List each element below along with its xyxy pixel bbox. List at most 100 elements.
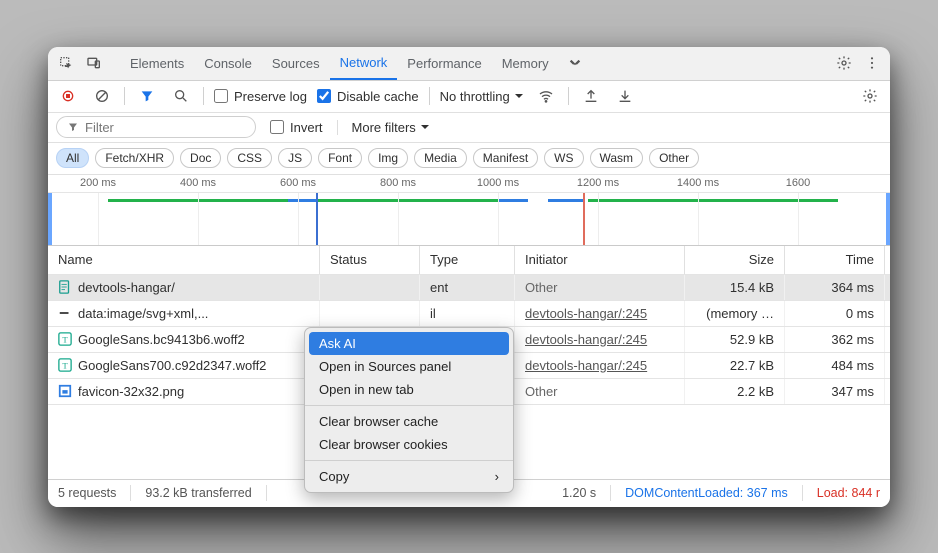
preserve-log-checkbox[interactable]: Preserve log [214,89,307,104]
status-transferred: 93.2 kB transferred [145,486,251,500]
timeline-tick: 1400 ms [677,177,719,189]
timeline-tick: 1200 ms [577,177,619,189]
cell-initiator[interactable]: devtools-hangar/:245 [515,327,685,352]
timeline-tick: 800 ms [380,177,416,189]
table-row[interactable]: data:image/svg+xml,...ildevtools-hangar/… [48,301,890,327]
col-name[interactable]: Name [48,246,320,274]
svg-text:T: T [62,361,68,371]
cell-time: 364 ms [785,275,885,300]
col-size[interactable]: Size [685,246,785,274]
more-filters-select[interactable]: More filters [337,120,430,135]
cell-initiator[interactable]: devtools-hangar/:245 [515,353,685,378]
preserve-log-label: Preserve log [234,89,307,104]
throttling-select[interactable]: No throttling [440,89,524,104]
cell-size: (memory … [685,301,785,326]
ctx-open-in-new-tab[interactable]: Open in new tab [305,378,513,401]
cell-size: 52.9 kB [685,327,785,352]
cell-name: data:image/svg+xml,... [48,301,320,326]
ctx-clear-browser-cookies[interactable]: Clear browser cookies [305,433,513,456]
cell-time: 0 ms [785,301,885,326]
cell-initiator[interactable]: devtools-hangar/:245 [515,301,685,326]
col-initiator[interactable]: Initiator [515,246,685,274]
filter-funnel-icon[interactable] [135,84,159,108]
disable-cache-label: Disable cache [337,89,419,104]
timeline-overview[interactable]: 200 ms 400 ms 600 ms 800 ms 1000 ms 1200 ms 14… [48,175,890,245]
type-filter-wasm[interactable]: Wasm [590,148,644,168]
timeline-tick: 400 ms [180,177,216,189]
cell-name: TGoogleSans.bc9413b6.woff2 [48,327,320,352]
invert-label: Invert [290,120,323,135]
type-filter-font[interactable]: Font [318,148,362,168]
chevron-right-icon: › [495,469,499,484]
more-filters-label: More filters [352,120,416,135]
tab-console[interactable]: Console [194,47,262,81]
kebab-menu-icon[interactable] [860,51,884,75]
table-head: Name Status Type Initiator Size Time [48,245,890,275]
timeline-tick: 600 ms [280,177,316,189]
type-filter-img[interactable]: Img [368,148,408,168]
cell-size: 2.2 kB [685,379,785,404]
cell-initiator[interactable]: Other [515,275,685,300]
upload-har-icon[interactable] [579,84,603,108]
type-filter-fetchxhr[interactable]: Fetch/XHR [95,148,174,168]
filter-placeholder: Filter [85,120,114,135]
inspect-icon[interactable] [54,51,78,75]
cell-time: 347 ms [785,379,885,404]
tab-elements[interactable]: Elements [120,47,194,81]
more-tabs-icon[interactable] [563,51,587,75]
cell-initiator[interactable]: Other [515,379,685,404]
cell-status [320,301,420,326]
ctx-clear-browser-cache[interactable]: Clear browser cache [305,410,513,433]
type-filter-all[interactable]: All [56,148,89,168]
status-load: Load: 844 r [817,486,880,500]
cell-time: 484 ms [785,353,885,378]
timeline-tick: 1600 [786,177,810,189]
panel-settings-gear-icon[interactable] [858,84,882,108]
cell-name: devtools-hangar/ [48,275,320,300]
tab-sources[interactable]: Sources [262,47,330,81]
col-type[interactable]: Type [420,246,515,274]
tab-network[interactable]: Network [330,47,398,81]
main-tabstrip: ElementsConsoleSourcesNetworkPerformance… [48,47,890,81]
ctx-ask-ai[interactable]: Ask AI [309,332,509,355]
network-conditions-icon[interactable] [534,84,558,108]
col-status[interactable]: Status [320,246,420,274]
ctx-copy[interactable]: Copy› [305,465,513,488]
svg-text:T: T [62,335,68,345]
type-filter-js[interactable]: JS [278,148,312,168]
clear-icon[interactable] [90,84,114,108]
col-time[interactable]: Time [785,246,885,274]
throttling-label: No throttling [440,89,510,104]
timeline-tick: 200 ms [80,177,116,189]
filter-input[interactable]: Filter [56,116,256,138]
timeline-body [48,193,890,245]
device-toggle-icon[interactable] [82,51,106,75]
search-icon[interactable] [169,84,193,108]
cell-status [320,275,420,300]
ctx-open-in-sources-panel[interactable]: Open in Sources panel [305,355,513,378]
timeline-tick: 1000 ms [477,177,519,189]
type-filter-manifest[interactable]: Manifest [473,148,538,168]
record-icon[interactable] [56,84,80,108]
type-filter-doc[interactable]: Doc [180,148,221,168]
settings-gear-icon[interactable] [832,51,856,75]
context-menu: Ask AIOpen in Sources panelOpen in new t… [304,327,514,493]
cell-name: TGoogleSans700.c92d2347.woff2 [48,353,320,378]
type-filter-ws[interactable]: WS [544,148,583,168]
tab-memory[interactable]: Memory [492,47,559,81]
type-filter-other[interactable]: Other [649,148,699,168]
status-finish: 1.20 s [562,486,596,500]
cell-size: 22.7 kB [685,353,785,378]
cell-size: 15.4 kB [685,275,785,300]
type-filter-css[interactable]: CSS [227,148,272,168]
tab-performance[interactable]: Performance [397,47,491,81]
cell-type: ent [420,275,515,300]
table-row[interactable]: devtools-hangar/entOther15.4 kB364 ms [48,275,890,301]
download-har-icon[interactable] [613,84,637,108]
type-filter-media[interactable]: Media [414,148,467,168]
invert-checkbox[interactable]: Invert [270,120,323,135]
network-toolbar: Preserve log Disable cache No throttling [48,81,890,113]
status-requests: 5 requests [58,486,116,500]
cell-time: 362 ms [785,327,885,352]
disable-cache-checkbox[interactable]: Disable cache [317,89,419,104]
